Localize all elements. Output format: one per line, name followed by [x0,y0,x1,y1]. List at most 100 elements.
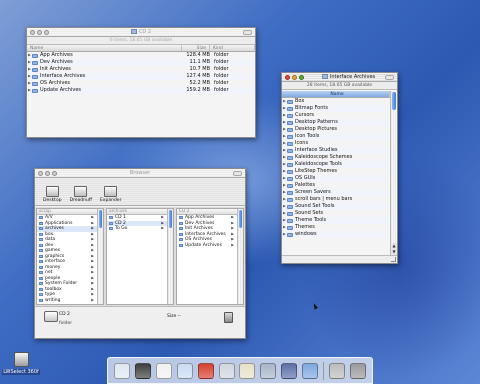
tool-icon[interactable] [239,362,256,379]
table-row[interactable]: ▶ Dev Archives 11.1 MB folder [27,59,255,66]
finder-icon[interactable] [114,362,131,379]
row-name-text: Kaleidoscope Schemes [295,154,353,160]
list-item[interactable]: ▶ Cursors [282,112,390,119]
row-name-text: Themes [295,224,315,230]
row-name: ▶ Icons [282,140,390,147]
row-name: ▶ Desktop Patterns [282,119,390,126]
selection-kind: folder [59,321,73,326]
list-item[interactable]: ▶ windows [282,231,390,238]
browser-column: scrap A/V ▶ Applications ▶ archives ▶ box ▶ data ▶… [36,208,104,305]
column-item[interactable]: writing ▶ [37,298,103,304]
toolbar-button-dreadnuff[interactable]: Dreadnuff [70,186,92,203]
list-item[interactable]: ▶ Interface Studies [282,147,390,154]
table-row[interactable]: ▶ Update Archives 159.2 MB folder [27,87,255,94]
column-item[interactable]: To Go ▶ [107,226,173,232]
terminal-icon[interactable] [218,362,235,379]
cd2-window: CD 2 6 items, 18.05 GB available Name Si… [26,27,256,138]
chevron-right-icon: ▶ [231,242,234,247]
cd2-titlebar[interactable]: CD 2 [27,28,255,37]
table-row[interactable]: ▶ Init Archives 10.7 MB folder [27,66,255,73]
column-header-name[interactable]: Name [27,45,182,51]
vertical-scrollbar[interactable] [237,209,243,304]
chevron-right-icon: ▶ [91,297,94,302]
scroll-thumb[interactable] [392,92,396,110]
list-item[interactable]: ▶ Kaleidoscope Schemes [282,154,390,161]
toolbar-toggle-button[interactable] [385,75,394,80]
window-title: Interface Archives [329,73,376,80]
list-item[interactable]: ▶ Bitmap Fonts [282,105,390,112]
toolbar-toggle-button[interactable] [233,171,242,176]
list-item[interactable]: ▶ Themes [282,224,390,231]
row-kind: folder [214,66,229,72]
table-row[interactable]: ▶ App Archives 128.4 MB folder [27,52,255,59]
trash-icon[interactable] [224,312,233,323]
list-item[interactable]: ▶ Kaleidoscope Tools [282,161,390,168]
list-item[interactable]: ▶ Theme Tools [282,217,390,224]
gear-icon[interactable] [328,362,345,379]
document-icon[interactable] [156,362,173,379]
desktop-icon [45,186,59,197]
vertical-scrollbar[interactable] [97,209,103,304]
folder-icon [287,162,293,167]
folder-icon [287,134,293,139]
folder-icon [287,197,293,202]
monitor-icon[interactable] [135,362,152,379]
interface-archives-titlebar[interactable]: Interface Archives [282,73,397,82]
vertical-scrollbar[interactable]: ▲ ▼ [390,91,397,255]
column-item[interactable]: Update Archives ▶ [177,243,243,249]
toolbar-button-desktop[interactable]: Desktop [43,186,62,203]
column-item-label: To Go [115,226,128,231]
folder-icon[interactable] [302,362,319,379]
list-item[interactable]: ▶ Icon Tools [282,133,390,140]
folder-icon [39,265,43,269]
resize-grip-icon[interactable] [391,257,396,262]
mail-icon[interactable] [176,362,193,379]
scroll-thumb[interactable] [169,210,172,228]
list-item[interactable]: ▶ Sound Set Tools [282,203,390,210]
disk-icon[interactable] [281,362,298,379]
column-header-name[interactable]: Name [282,91,390,97]
system-icon[interactable] [260,362,277,379]
toolbar-button-expander[interactable]: Expander [100,186,121,203]
list-item[interactable]: ▶ Box [282,98,390,105]
desktop-item[interactable]: LWSelect 360f [2,352,40,375]
row-name: ▶ Dev Archives [27,59,182,66]
list-item[interactable]: ▶ OS GUIs [282,175,390,182]
folder-icon [287,155,293,160]
row-kind: folder [214,73,229,79]
toolbar-button-label: Desktop [43,198,62,203]
column-header-size[interactable]: Size [182,45,210,51]
row-size: 11.1 MB [189,59,210,65]
row-name: ▶ Init Archives [27,66,182,73]
paint-icon[interactable] [197,362,214,379]
folder-icon [32,60,38,65]
folder-icon [109,221,113,225]
row-name-text: Sound Set Tools [295,203,335,209]
list-item[interactable]: ▶ Desktop Patterns [282,119,390,126]
row-name: ▶ Bitmap Fonts [282,105,390,112]
scroll-thumb[interactable] [239,210,242,228]
folder-icon [109,227,113,231]
folder-icon [39,232,43,236]
list-item[interactable]: ▶ Sound Sets [282,210,390,217]
table-row[interactable]: ▶ Interface Archives 127.4 MB folder [27,73,255,80]
browser-titlebar[interactable]: Browser [35,169,245,178]
row-name-text: Icons [295,140,309,146]
trash-icon[interactable] [349,362,366,379]
column-header-kind[interactable]: Kind [210,45,255,51]
toolbar-toggle-button[interactable] [243,30,252,35]
folder-icon [179,243,183,247]
list-item[interactable]: ▶ Icons [282,140,390,147]
row-name: ▶ OS Archives [27,80,182,87]
list-item[interactable]: ▶ LiteStep Themes [282,168,390,175]
list-item[interactable]: ▶ Desktop Pictures [282,126,390,133]
vertical-scrollbar[interactable] [167,209,173,304]
row-name: ▶ Interface Studies [282,147,390,154]
folder-icon [39,249,43,253]
list-item[interactable]: ▶ scroll bars | menu bars [282,196,390,203]
table-row[interactable]: ▶ OS Archives 52.2 MB folder [27,80,255,87]
list-item[interactable]: ▶ Palettes [282,182,390,189]
scroll-thumb[interactable] [99,210,102,228]
window-info: 6 items, 18.05 GB available [27,37,255,45]
list-item[interactable]: ▶ Screen Savers [282,189,390,196]
